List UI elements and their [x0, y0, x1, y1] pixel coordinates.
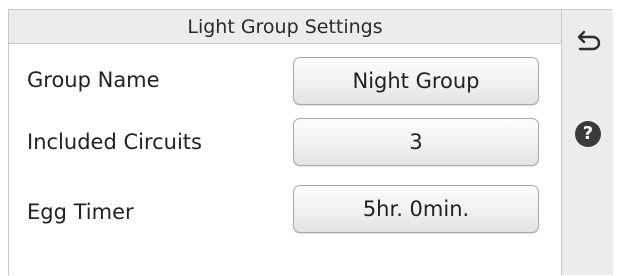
back-arrow-icon — [577, 30, 601, 51]
help-icon: ? — [582, 123, 594, 144]
help-button[interactable]: ? — [575, 121, 601, 147]
egg-timer-button[interactable]: 5hr. 0min. — [293, 185, 539, 233]
group-name-label: Group Name — [27, 68, 160, 92]
page-title: Light Group Settings — [9, 10, 561, 44]
egg-timer-label: Egg Timer — [27, 200, 134, 224]
included-circuits-button[interactable]: 3 — [293, 118, 539, 166]
included-circuits-label: Included Circuits — [27, 130, 202, 154]
settings-main: Light Group Settings Group Name Night Gr… — [9, 10, 561, 275]
back-button[interactable] — [576, 28, 602, 52]
sidebar: ? — [562, 10, 613, 275]
settings-panel: Light Group Settings Group Name Night Gr… — [8, 9, 613, 275]
group-name-button[interactable]: Night Group — [293, 57, 539, 105]
